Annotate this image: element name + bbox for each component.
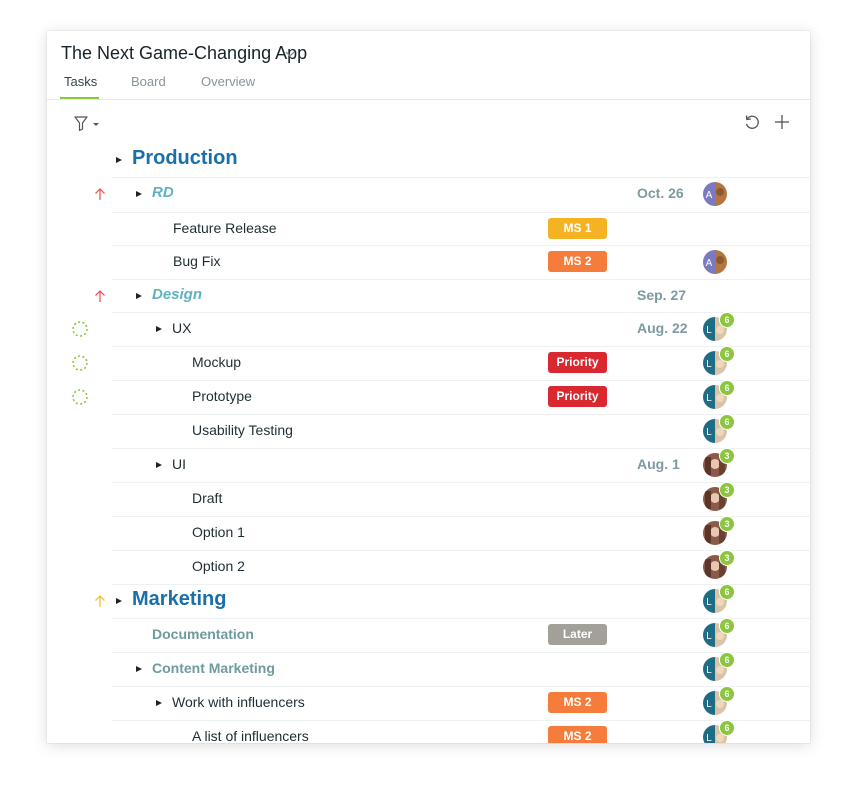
assignee-count-badge: 6: [719, 720, 735, 736]
tab-tasks[interactable]: Tasks: [64, 74, 97, 89]
status-badge[interactable]: MS 2: [548, 251, 607, 272]
status-badge[interactable]: Priority: [548, 352, 607, 373]
due-date: Aug. 1: [637, 456, 680, 472]
task-label[interactable]: RD: [152, 184, 174, 201]
arrow-up-icon: [95, 188, 105, 200]
svg-text:L: L: [706, 427, 712, 438]
project-panel: The Next Game-Changing App Tasks Board O…: [47, 31, 810, 743]
task-label[interactable]: Usability Testing: [192, 422, 293, 438]
assignee-count-badge: 6: [719, 584, 735, 600]
task-label[interactable]: Work with influencers: [172, 694, 305, 710]
row-divider: [112, 516, 810, 517]
row-divider: [112, 177, 810, 178]
svg-text:A: A: [706, 190, 713, 201]
svg-text:L: L: [706, 597, 712, 608]
svg-text:L: L: [706, 393, 712, 404]
row-divider: [112, 618, 810, 619]
row-divider: [112, 380, 810, 381]
row-divider: [112, 245, 810, 246]
tab-overview[interactable]: Overview: [201, 74, 255, 89]
row-divider: [112, 212, 810, 213]
assignee-count-badge: 6: [719, 380, 735, 396]
status-badge[interactable]: MS 1: [548, 218, 607, 239]
assignee-count-badge: 3: [719, 550, 735, 566]
svg-text:A: A: [706, 258, 713, 269]
row-divider: [112, 414, 810, 415]
chevron-down-icon[interactable]: [283, 47, 297, 61]
svg-text:L: L: [706, 631, 712, 642]
task-label[interactable]: Marketing: [132, 588, 226, 611]
row-divider: [112, 279, 810, 280]
row-divider: [112, 584, 810, 585]
assignee-count-badge: 6: [719, 346, 735, 362]
due-date: Oct. 26: [637, 185, 684, 201]
due-date: Sep. 27: [637, 287, 687, 303]
svg-text:L: L: [706, 359, 712, 370]
assignee-count-badge: 6: [719, 618, 735, 634]
row-divider: [112, 312, 810, 313]
assignee-count-badge: 6: [719, 652, 735, 668]
expand-toggle-icon[interactable]: [156, 326, 162, 332]
expand-toggle-icon[interactable]: [136, 666, 142, 672]
assignee-count-badge: 3: [719, 482, 735, 498]
svg-text:L: L: [706, 665, 712, 676]
expand-toggle-icon[interactable]: [116, 598, 122, 604]
assignee-count-badge: 3: [719, 448, 735, 464]
task-label[interactable]: UX: [172, 320, 191, 336]
expand-toggle-icon[interactable]: [116, 157, 122, 163]
assignee-count-badge: 6: [719, 686, 735, 702]
svg-text:L: L: [706, 699, 712, 710]
expand-toggle-icon[interactable]: [136, 293, 142, 299]
expand-toggle-icon[interactable]: [156, 462, 162, 468]
status-badge[interactable]: MS 2: [548, 692, 607, 713]
task-label[interactable]: Prototype: [192, 388, 252, 404]
task-label[interactable]: Mockup: [192, 354, 241, 370]
assignee-count-badge: 6: [719, 414, 735, 430]
progress-spinner-icon: [72, 355, 88, 371]
svg-text:L: L: [706, 733, 712, 743]
row-divider: [112, 550, 810, 551]
task-label[interactable]: Design: [152, 286, 202, 303]
header-divider: [47, 99, 810, 100]
task-label[interactable]: Feature Release: [173, 220, 277, 236]
filter-icon[interactable]: [73, 115, 103, 133]
task-label[interactable]: Production: [132, 147, 238, 170]
arrow-up-icon: [95, 595, 105, 607]
avatar[interactable]: A: [703, 182, 727, 206]
task-label[interactable]: Draft: [192, 490, 222, 506]
task-label[interactable]: Content Marketing: [152, 660, 275, 676]
progress-spinner-icon: [72, 321, 88, 337]
task-label[interactable]: A list of influencers: [192, 728, 309, 743]
expand-toggle-icon[interactable]: [156, 700, 162, 706]
task-label[interactable]: Option 1: [192, 524, 245, 540]
task-label[interactable]: Bug Fix: [173, 253, 220, 269]
row-divider: [112, 652, 810, 653]
row-divider: [112, 448, 810, 449]
status-badge[interactable]: Priority: [548, 386, 607, 407]
assignee-count-badge: 3: [719, 516, 735, 532]
project-title[interactable]: The Next Game-Changing App: [61, 43, 307, 64]
assignee-count-badge: 6: [719, 312, 735, 328]
status-badge[interactable]: MS 2: [548, 726, 607, 743]
row-divider: [112, 686, 810, 687]
row-divider: [112, 346, 810, 347]
due-date: Aug. 22: [637, 320, 688, 336]
task-label[interactable]: UI: [172, 456, 186, 472]
progress-spinner-icon: [72, 389, 88, 405]
avatar[interactable]: A: [703, 250, 727, 274]
status-badge[interactable]: Later: [548, 624, 607, 645]
add-icon[interactable]: [773, 113, 791, 131]
row-divider: [112, 482, 810, 483]
arrow-up-icon: [95, 290, 105, 302]
task-label[interactable]: Documentation: [152, 626, 254, 642]
task-label[interactable]: Option 2: [192, 558, 245, 574]
row-divider: [112, 720, 810, 721]
svg-text:L: L: [706, 325, 712, 336]
tab-board[interactable]: Board: [131, 74, 166, 89]
refresh-icon[interactable]: [743, 113, 761, 131]
expand-toggle-icon[interactable]: [136, 191, 142, 197]
